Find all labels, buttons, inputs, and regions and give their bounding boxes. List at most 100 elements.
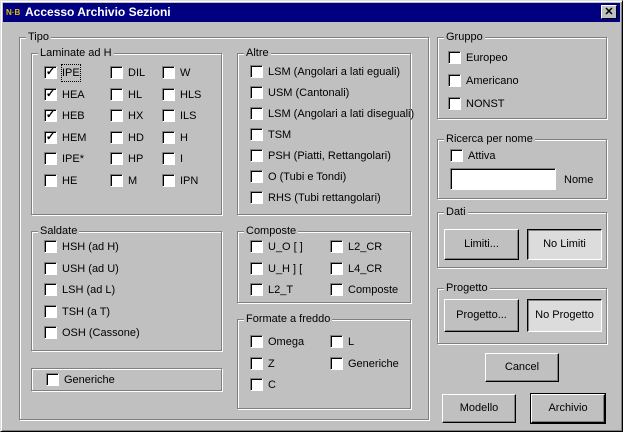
saldate-group: Saldate HSH (ad H) USH (ad U) LSH (ad L) TS… — [31, 224, 222, 351]
tipo-legend: Tipo — [26, 30, 51, 44]
archivio-button[interactable]: Archivio — [530, 393, 606, 424]
checkbox-box[interactable] — [250, 191, 263, 204]
checkbox-label: L — [348, 336, 355, 348]
checkbox-box[interactable]: ✓ — [44, 130, 57, 144]
no-limiti-button[interactable]: No Limiti — [527, 229, 602, 260]
checkbox-box[interactable]: ✓ — [44, 87, 57, 101]
checkbox-label: RHS (Tubi rettangolari) — [268, 192, 381, 204]
nome-label: Nome — [564, 174, 594, 186]
checkbox-box[interactable] — [110, 173, 123, 187]
checkbox-box[interactable] — [448, 51, 461, 64]
close-icon: ✕ — [604, 6, 614, 18]
checkbox-label: IPN — [180, 174, 199, 187]
checkbox-label: W — [180, 67, 191, 79]
checkbox-box[interactable] — [162, 109, 175, 122]
altre-group: Altre LSM (Angolari a lati eguali) USM (C… — [237, 46, 414, 215]
checkbox-label: NONST — [466, 98, 505, 110]
generiche-box[interactable] — [46, 373, 59, 386]
checkbox-box[interactable] — [44, 304, 57, 318]
close-button[interactable]: ✕ — [601, 5, 617, 19]
checkbox-label: H — [180, 131, 188, 144]
attiva-label: Attiva — [468, 150, 496, 162]
checkbox-label: IPE* — [62, 153, 85, 165]
checkbox-box[interactable] — [330, 240, 343, 253]
checkbox-label: TSH (a T) — [62, 305, 111, 318]
checkbox-box[interactable] — [330, 335, 343, 348]
dialog-window: N·B Accesso Archivio Sezioni ✕ Tipo Lami… — [0, 0, 623, 432]
checkbox-label: Generiche — [348, 357, 399, 370]
checkbox-box[interactable] — [110, 109, 123, 122]
title-bar[interactable]: N·B Accesso Archivio Sezioni ✕ — [3, 3, 620, 22]
checkbox-label: PSH (Piatti, Rettangolari) — [268, 150, 391, 162]
checkbox-box[interactable] — [110, 130, 123, 144]
checkbox-label: HD — [128, 131, 144, 144]
laminate-legend: Laminate ad H — [38, 46, 114, 60]
attiva-box[interactable] — [450, 149, 463, 162]
checkbox-label: Europeo — [466, 52, 508, 64]
checkbox-box[interactable] — [330, 356, 343, 370]
checkbox-box[interactable] — [250, 240, 263, 253]
checkbox-label: M — [128, 174, 138, 187]
checkbox-box[interactable] — [250, 261, 263, 275]
checkbox-box[interactable] — [250, 335, 263, 348]
checkbox-box[interactable] — [44, 326, 57, 339]
checkbox-label: HL — [128, 88, 143, 101]
checkbox-label: O (Tubi e Tondi) — [268, 171, 347, 183]
checkbox-label: L4_CR — [348, 262, 383, 275]
progetto-group: Progetto Progetto... No Progetto — [437, 281, 607, 344]
ricerca-group: Ricerca per nome Attiva Nome — [437, 132, 607, 199]
dati-legend: Dati — [444, 205, 468, 219]
cancel-button[interactable]: Cancel — [485, 353, 559, 382]
checkbox-label: HP — [128, 153, 144, 165]
checkbox-box[interactable] — [162, 66, 175, 79]
checkbox-label: I — [180, 153, 184, 165]
checkbox-box[interactable] — [250, 86, 263, 99]
checkbox-label: Omega — [268, 336, 305, 348]
formate-legend: Formate a freddo — [244, 312, 333, 326]
checkbox-label: L2_T — [268, 284, 294, 296]
checkbox-box[interactable] — [162, 152, 175, 165]
checkbox-box[interactable] — [110, 152, 123, 165]
checkbox-label: TSM — [268, 129, 292, 141]
checkbox-label: Composte — [348, 284, 399, 296]
checkbox-label: L2_CR — [348, 241, 383, 253]
modello-button[interactable]: Modello — [442, 394, 516, 423]
checkbox-label: HLS — [180, 88, 202, 101]
checkbox-box[interactable] — [44, 240, 57, 253]
checkbox-box[interactable] — [44, 173, 57, 187]
checkbox-box[interactable] — [250, 149, 263, 162]
checkbox-box[interactable] — [250, 128, 263, 141]
checkbox-box[interactable] — [162, 173, 175, 187]
checkbox-label: OSH (Cassone) — [62, 327, 140, 339]
limiti-button[interactable]: Limiti... — [444, 229, 519, 260]
checkbox-box[interactable] — [250, 65, 263, 78]
checkbox-box[interactable] — [250, 107, 263, 120]
checkbox-label: IPE — [61, 64, 81, 82]
checkbox-box[interactable] — [162, 87, 175, 101]
checkbox-box[interactable] — [44, 152, 57, 165]
dati-group: Dati Limiti... No Limiti — [437, 205, 607, 268]
checkbox-label: USM (Cantonali) — [268, 87, 350, 99]
checkbox-box[interactable] — [44, 261, 57, 275]
progetto-button[interactable]: Progetto... — [444, 299, 519, 332]
checkbox-box[interactable] — [330, 261, 343, 275]
checkbox-box[interactable] — [44, 283, 57, 296]
checkbox-box[interactable] — [250, 356, 263, 370]
checkbox-label: Z — [268, 357, 275, 370]
checkbox-box[interactable] — [250, 378, 263, 391]
nome-input[interactable] — [450, 168, 556, 190]
checkbox-box[interactable] — [250, 170, 263, 183]
checkbox-label: ILS — [180, 110, 197, 122]
formate-group: Formate a freddo Omega Z C L Generiche — [237, 312, 411, 409]
checkbox-box[interactable] — [110, 66, 123, 79]
no-progetto-button[interactable]: No Progetto — [527, 299, 602, 332]
checkbox-box[interactable]: ✓ — [44, 109, 57, 122]
checkbox-box[interactable] — [330, 283, 343, 296]
checkbox-box[interactable] — [250, 283, 263, 296]
checkbox-label: C — [268, 379, 276, 391]
checkbox-box[interactable] — [162, 130, 175, 144]
checkbox-box[interactable] — [448, 97, 461, 110]
checkbox-box[interactable]: ✓ — [44, 66, 57, 79]
checkbox-box[interactable] — [448, 74, 461, 87]
checkbox-box[interactable] — [110, 87, 123, 101]
